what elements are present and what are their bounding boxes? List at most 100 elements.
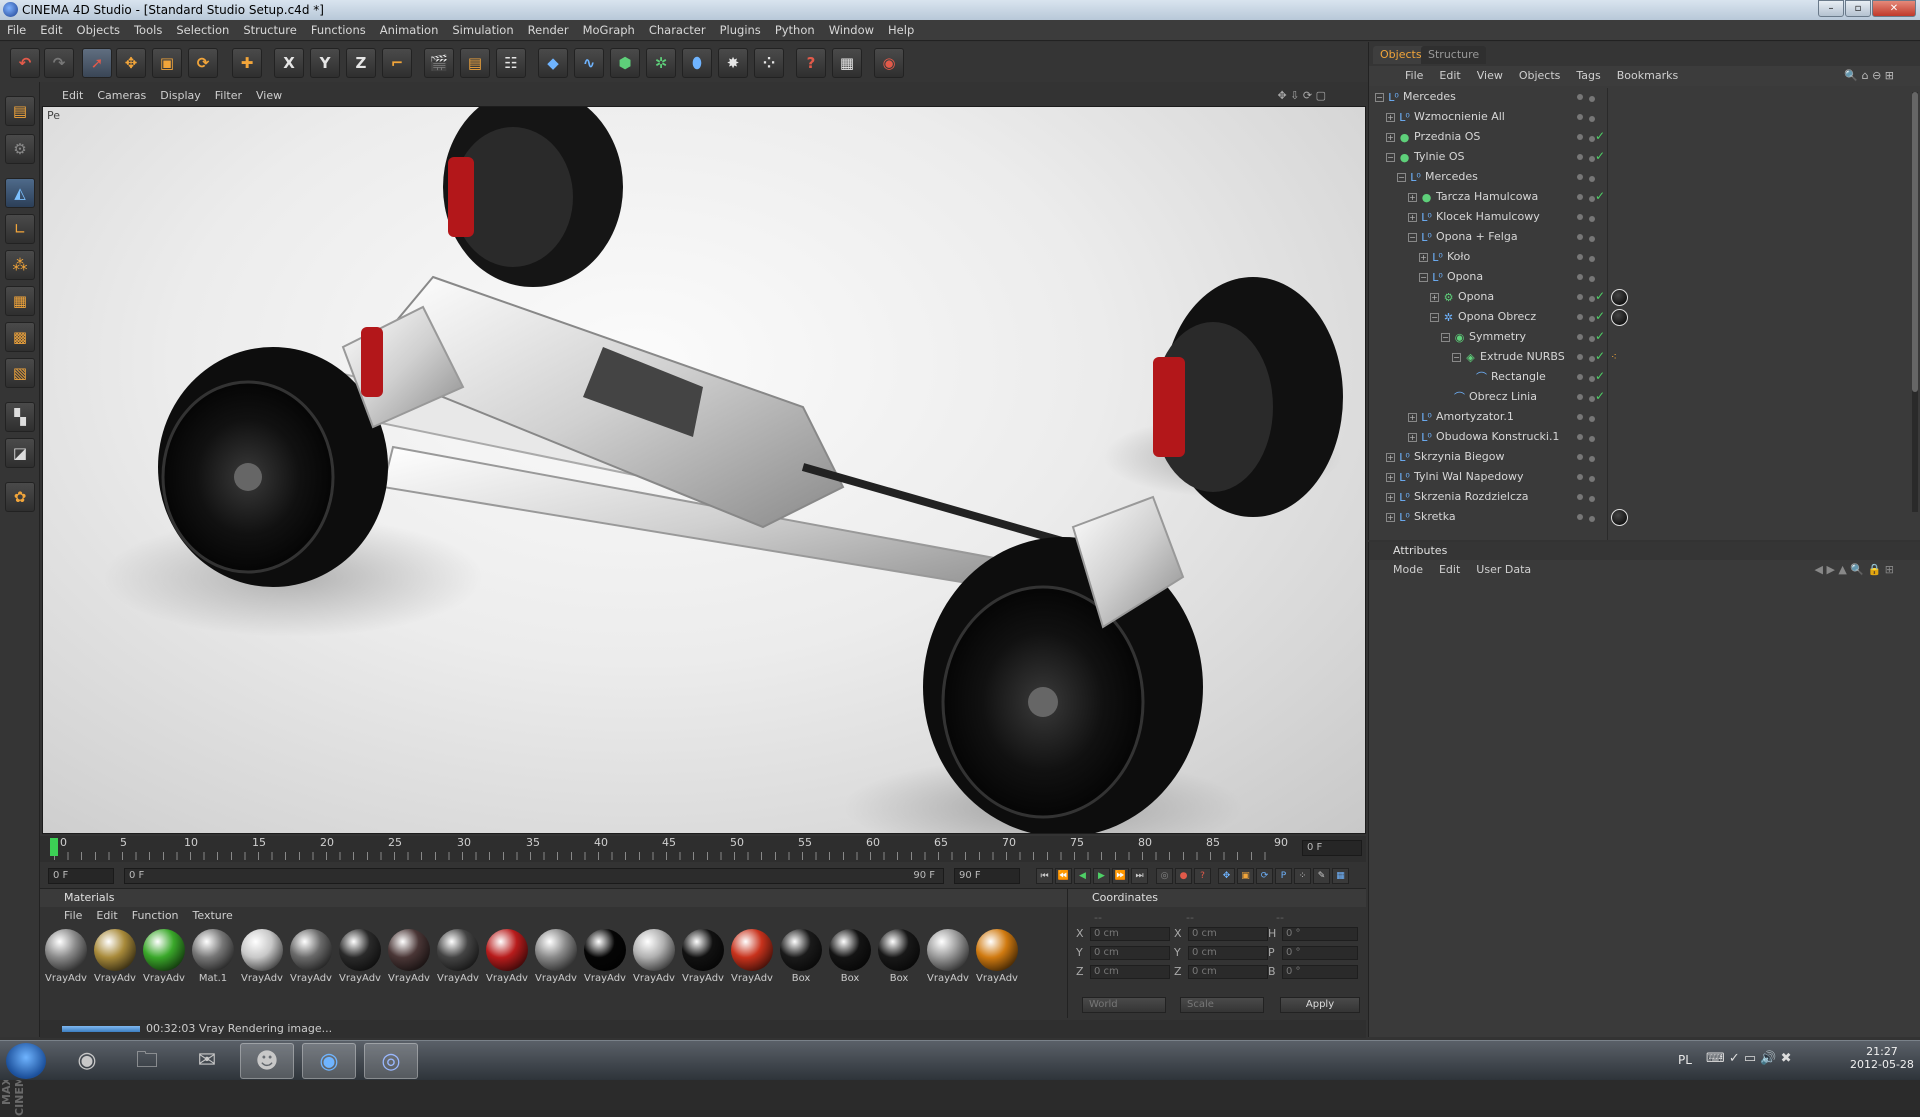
object-name[interactable]: Skrzenia Rozdzielcza	[1414, 490, 1529, 503]
autokeying-icon[interactable]: ?	[1194, 868, 1211, 884]
menu-plugins[interactable]: Plugins	[713, 20, 768, 41]
object-tree-row[interactable]: − L⁰ Mercedes	[1369, 88, 1909, 108]
coordinate-system-icon[interactable]: ⌐	[382, 48, 412, 78]
collapse-toggle-icon[interactable]: −	[1452, 353, 1461, 362]
materials-menu-file[interactable]: File	[64, 909, 82, 922]
coord-rotation-field[interactable]: 0 °	[1282, 927, 1358, 941]
object-tree-row[interactable]: + ● Przednia OS ✓	[1369, 128, 1909, 148]
object-tree-row[interactable]: − ◈ Extrude NURBS ✓ ⁖	[1369, 348, 1909, 368]
expand-toggle-icon[interactable]: +	[1386, 493, 1395, 502]
enabled-check-icon[interactable]: ✓	[1595, 369, 1605, 383]
editor-visibility-dot[interactable]	[1577, 254, 1583, 260]
object-name[interactable]: Klocek Hamulcowy	[1436, 210, 1540, 223]
model-mode-icon[interactable]: ◭	[5, 178, 35, 208]
particle-icon[interactable]: ⁘	[754, 48, 784, 78]
object-name[interactable]: Skrzynia Biegow	[1414, 450, 1505, 463]
polygons-mode-icon[interactable]: ▩	[5, 322, 35, 352]
menu-file[interactable]: File	[0, 20, 33, 41]
coord-mode-select[interactable]: World	[1082, 997, 1166, 1013]
coord-size-field[interactable]: 0 cm	[1188, 927, 1268, 941]
frame-range-slider[interactable]: 0 F 90 F	[124, 868, 944, 884]
material-swatch[interactable]: Box	[877, 929, 921, 987]
object-tree-row[interactable]: + L⁰ Koło	[1369, 248, 1909, 268]
editor-visibility-dot[interactable]	[1577, 234, 1583, 240]
z-axis-icon[interactable]: Z	[346, 48, 376, 78]
sculpt-icon[interactable]: ✿	[5, 482, 35, 512]
expand-toggle-icon[interactable]: +	[1386, 133, 1395, 142]
object-name[interactable]: Mercedes	[1403, 90, 1456, 103]
object-name[interactable]: Opona	[1458, 290, 1494, 303]
obj-menu-view[interactable]: View	[1477, 69, 1503, 82]
close-button[interactable]: ✕	[1872, 0, 1916, 17]
menu-character[interactable]: Character	[642, 20, 713, 41]
render-visibility-dot[interactable]	[1589, 216, 1595, 222]
material-swatch[interactable]: Mat.1	[191, 929, 235, 987]
expand-toggle-icon[interactable]: +	[1386, 113, 1395, 122]
editor-visibility-dot[interactable]	[1577, 94, 1583, 100]
render-visibility-dot[interactable]	[1589, 416, 1595, 422]
viewport-menu-filter[interactable]: Filter	[208, 86, 249, 106]
materials-menu-function[interactable]: Function	[132, 909, 179, 922]
previous-key-icon[interactable]: ⏪	[1055, 868, 1072, 884]
key-parameter-icon[interactable]: P	[1275, 868, 1292, 884]
menu-help[interactable]: Help	[881, 20, 921, 41]
start-button[interactable]	[6, 1043, 46, 1079]
editor-visibility-dot[interactable]	[1577, 514, 1583, 520]
menu-objects[interactable]: Objects	[70, 20, 127, 41]
materials-menu-edit[interactable]: Edit	[96, 909, 117, 922]
language-indicator[interactable]: PL	[1678, 1053, 1692, 1067]
render-visibility-dot[interactable]	[1589, 476, 1595, 482]
viewport-menu-edit[interactable]: Edit	[40, 86, 90, 106]
menu-render[interactable]: Render	[521, 20, 576, 41]
material-swatch[interactable]: VrayAdv	[338, 929, 382, 987]
cube-icon[interactable]: ◆	[538, 48, 568, 78]
deformer-icon[interactable]: ⬮	[682, 48, 712, 78]
object-tree-row[interactable]: + L⁰ Tylni Wal Napedowy	[1369, 468, 1909, 488]
collapse-toggle-icon[interactable]: −	[1441, 333, 1450, 342]
expand-toggle-icon[interactable]: +	[1386, 513, 1395, 522]
object-tree-row[interactable]: + L⁰ Skretka	[1369, 508, 1909, 528]
layout-icon[interactable]: ▤	[5, 96, 35, 126]
material-swatch[interactable]: VrayAdv	[93, 929, 137, 987]
record-keys-icon[interactable]: ●	[1175, 868, 1192, 884]
render-visibility-dot[interactable]	[1589, 436, 1595, 442]
move-icon[interactable]: ✥	[116, 48, 146, 78]
viewport-nav-icons[interactable]: ✥ ⇩ ⟳ ▢	[1277, 89, 1326, 102]
material-swatch[interactable]: VrayAdv	[289, 929, 333, 987]
current-frame-field[interactable]: 0 F	[1302, 840, 1362, 856]
object-tree-row[interactable]: − L⁰ Opona	[1369, 268, 1909, 288]
undo-icon[interactable]: ↶	[10, 48, 40, 78]
minimize-button[interactable]: –	[1818, 0, 1844, 17]
object-tree-row[interactable]: + ⚙ Opona ✓	[1369, 288, 1909, 308]
material-swatch[interactable]: VrayAdv	[926, 929, 970, 987]
object-name[interactable]: Symmetry	[1469, 330, 1526, 343]
object-tree-row[interactable]: + L⁰ Skrzynia Biegow	[1369, 448, 1909, 468]
key-points-icon[interactable]: ⁘	[1294, 868, 1311, 884]
menu-structure[interactable]: Structure	[236, 20, 304, 41]
nurbs-icon[interactable]: ⬢	[610, 48, 640, 78]
viewport-menu-display[interactable]: Display	[153, 86, 208, 106]
texture-mode-icon[interactable]: ▧	[5, 358, 35, 388]
maximize-button[interactable]: ▫	[1845, 0, 1871, 17]
material-swatch[interactable]: VrayAdv	[975, 929, 1019, 987]
render-visibility-dot[interactable]	[1589, 496, 1595, 502]
material-swatch[interactable]: VrayAdv	[387, 929, 431, 987]
next-frame-icon[interactable]: ⏩	[1112, 868, 1129, 884]
object-tree-row[interactable]: + ● Tarcza Hamulcowa ✓	[1369, 188, 1909, 208]
material-tag-icon[interactable]	[1611, 309, 1628, 326]
phong-tag-icon[interactable]: ⁖	[1611, 352, 1625, 364]
enabled-check-icon[interactable]: ✓	[1595, 329, 1605, 343]
expand-toggle-icon[interactable]: +	[1419, 253, 1428, 262]
previous-frame-icon[interactable]: ◀	[1074, 868, 1091, 884]
render-visibility-dot[interactable]	[1589, 236, 1595, 242]
expand-toggle-icon[interactable]: +	[1408, 193, 1417, 202]
object-name[interactable]: Wzmocnienie All	[1414, 110, 1505, 123]
rotate-icon[interactable]: ⟳	[188, 48, 218, 78]
editor-visibility-dot[interactable]	[1577, 474, 1583, 480]
editor-visibility-dot[interactable]	[1577, 314, 1583, 320]
collapse-toggle-icon[interactable]: −	[1375, 93, 1384, 102]
key-rotation-icon[interactable]: ⟳	[1256, 868, 1273, 884]
key-position-icon[interactable]: ✥	[1218, 868, 1235, 884]
object-name[interactable]: Mercedes	[1425, 170, 1478, 183]
edges-mode-icon[interactable]: ▦	[5, 286, 35, 316]
